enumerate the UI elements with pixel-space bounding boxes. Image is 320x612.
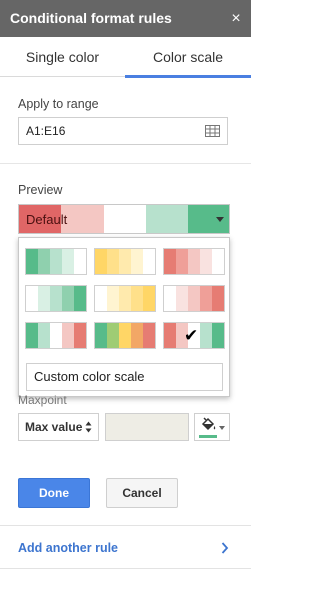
- section-divider: [0, 163, 251, 164]
- color-scale-swatch[interactable]: ✔: [163, 322, 225, 349]
- color-scale-swatch[interactable]: [25, 248, 87, 275]
- swatch-color-cell: [212, 323, 224, 348]
- close-icon[interactable]: ×: [228, 0, 244, 37]
- tab-bar: Single color Color scale: [0, 37, 251, 78]
- swatch-color-cell: [107, 286, 119, 311]
- swatch-color-cell: [26, 249, 38, 274]
- swatch-color-cell: [164, 286, 176, 311]
- preview-dropdown[interactable]: Default: [18, 204, 230, 234]
- swatch-color-cell: [74, 286, 86, 311]
- swatch-color-cell: [38, 286, 50, 311]
- preview-label: Preview: [18, 183, 63, 197]
- swatch-color-cell: [164, 323, 176, 348]
- color-scale-swatch[interactable]: [25, 285, 87, 312]
- swatch-color-cell: [143, 249, 155, 274]
- color-scale-swatch[interactable]: [94, 248, 156, 275]
- swatch-color-cell: [119, 249, 131, 274]
- swatch-color-cell: [212, 286, 224, 311]
- swatch-color-cell: [26, 286, 38, 311]
- maxpoint-color-button[interactable]: [194, 413, 230, 441]
- add-another-rule-link[interactable]: Add another rule: [18, 526, 118, 570]
- swatch-color-cell: [107, 323, 119, 348]
- maxpoint-label: Maxpoint: [18, 393, 67, 407]
- apply-to-range-label: Apply to range: [18, 97, 99, 111]
- preview-text: Default: [26, 212, 68, 227]
- swatch-color-cell: [131, 249, 143, 274]
- swatch-color-cell: [50, 286, 62, 311]
- swatch-color-cell: [62, 323, 74, 348]
- cancel-button[interactable]: Cancel: [106, 478, 178, 508]
- panel-header: Conditional format rules ×: [0, 0, 251, 37]
- color-scale-swatch[interactable]: [94, 322, 156, 349]
- swatch-color-cell: [62, 249, 74, 274]
- chevron-down-icon: [216, 217, 224, 222]
- swatch-color-cell: [131, 323, 143, 348]
- swatch-color-cell: [212, 249, 224, 274]
- tab-single-color[interactable]: Single color: [0, 37, 125, 77]
- swatch-color-cell: [176, 249, 188, 274]
- swatch-color-cell: [200, 249, 212, 274]
- chevron-right-icon: [221, 542, 229, 554]
- swatch-color-cell: [38, 249, 50, 274]
- swatch-color-cell: [95, 249, 107, 274]
- swatch-color-cell: [95, 286, 107, 311]
- swatch-color-cell: [200, 286, 212, 311]
- color-scale-swatch[interactable]: [25, 322, 87, 349]
- maxpoint-type-select[interactable]: Max value: [18, 413, 99, 441]
- preview-segment: [146, 205, 188, 233]
- add-another-rule-row[interactable]: Add another rule: [0, 525, 251, 569]
- swatch-color-cell: [143, 286, 155, 311]
- swatch-color-cell: [119, 286, 131, 311]
- checkmark-icon: ✔: [184, 326, 199, 345]
- done-button[interactable]: Done: [18, 478, 90, 508]
- grid-icon[interactable]: [205, 125, 220, 137]
- swatch-color-cell: [62, 286, 74, 311]
- range-input[interactable]: [19, 118, 199, 144]
- swatch-color-cell: [50, 323, 62, 348]
- swatch-color-cell: [131, 286, 143, 311]
- swatch-color-cell: [74, 323, 86, 348]
- preview-segment: [61, 205, 104, 233]
- maxpoint-type-value: Max value: [25, 420, 83, 434]
- swatch-color-cell: [176, 286, 188, 311]
- select-arrows-icon: [85, 421, 92, 433]
- range-field[interactable]: [18, 117, 228, 145]
- chevron-down-icon: [219, 426, 225, 430]
- swatch-color-cell: [50, 249, 62, 274]
- swatch-color-cell: [188, 249, 200, 274]
- preview-segment: [104, 205, 146, 233]
- swatch-color-cell: [38, 323, 50, 348]
- color-scale-swatch[interactable]: [94, 285, 156, 312]
- swatch-color-cell: [188, 286, 200, 311]
- color-scale-menu: ✔ Custom color scale: [18, 237, 230, 397]
- swatch-color-cell: [164, 249, 176, 274]
- tab-color-scale[interactable]: Color scale: [125, 37, 251, 77]
- swatch-color-cell: [26, 323, 38, 348]
- swatch-color-cell: [200, 323, 212, 348]
- maxpoint-value-field: [105, 413, 189, 441]
- custom-color-scale-option[interactable]: Custom color scale: [26, 363, 223, 391]
- swatch-color-cell: [74, 249, 86, 274]
- panel-title: Conditional format rules: [10, 10, 172, 26]
- color-scale-swatch[interactable]: [163, 248, 225, 275]
- swatch-color-cell: [119, 323, 131, 348]
- paint-bucket-icon: [201, 417, 216, 431]
- swatch-color-cell: [107, 249, 119, 274]
- swatch-color-cell: [95, 323, 107, 348]
- color-scale-swatch[interactable]: [163, 285, 225, 312]
- swatch-color-cell: [143, 323, 155, 348]
- active-tab-indicator: [125, 75, 251, 78]
- selected-color-bar: [199, 435, 217, 438]
